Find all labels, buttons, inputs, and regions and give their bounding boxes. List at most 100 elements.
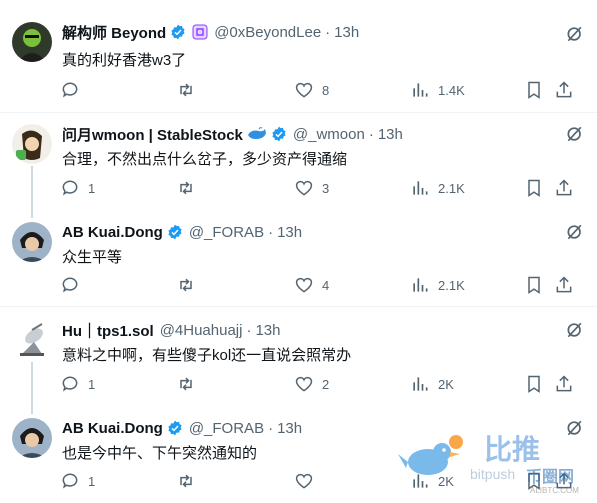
share-button[interactable]	[554, 79, 574, 101]
timestamp[interactable]: 13h	[277, 420, 302, 437]
author-row: 解构师 Beyond @0xBeyondLee · 13h	[62, 22, 359, 42]
bookmark-button[interactable]	[524, 274, 544, 296]
display-name[interactable]: 问月wmoon | StableStock	[62, 124, 243, 145]
reply-icon	[62, 82, 78, 98]
reply-button[interactable]	[60, 274, 88, 296]
reply-button[interactable]: 1	[60, 470, 95, 492]
avatar[interactable]	[12, 222, 52, 262]
like-button[interactable]: 2	[294, 373, 329, 395]
divider	[0, 306, 597, 307]
tweet-text: 众生平等	[62, 249, 123, 266]
repost-icon	[180, 181, 192, 195]
like-button[interactable]: 4	[294, 274, 329, 296]
bookmark-icon	[528, 276, 540, 294]
share-icon	[556, 179, 572, 196]
bookmark-icon	[528, 81, 540, 99]
reply-icon	[62, 277, 78, 293]
watermark-subtitle: bitpush	[470, 466, 516, 482]
grok-icon[interactable]	[565, 124, 585, 144]
repost-button[interactable]	[176, 274, 196, 296]
bookmark-icon	[528, 179, 540, 197]
watermark-title: 比推	[484, 434, 541, 465]
action-bar: 8 1.4K	[54, 79, 589, 101]
share-button[interactable]	[554, 373, 574, 395]
author-row: AB Kuai.Dong @_FORAB · 13h	[62, 418, 302, 438]
display-name[interactable]: AB Kuai.Dong	[62, 224, 163, 241]
avatar[interactable]	[12, 320, 52, 360]
verified-badge-icon	[168, 224, 182, 240]
handle[interactable]: @_wmoon	[293, 126, 365, 143]
tweet-text: 合理，不然出点什么岔子，多少资产得通缩	[62, 151, 348, 168]
bookmark-button[interactable]	[524, 373, 544, 395]
grok-icon[interactable]	[565, 24, 585, 44]
handle[interactable]: @4Huahuajj	[160, 322, 243, 339]
separator-dot: ·	[246, 321, 252, 339]
share-icon	[556, 81, 572, 98]
repost-button[interactable]	[176, 177, 196, 199]
verified-badge-icon	[168, 420, 182, 436]
separator-dot: ·	[268, 223, 274, 241]
grok-icon[interactable]	[565, 222, 585, 242]
reply-button[interactable]	[60, 79, 88, 101]
timestamp[interactable]: 13h	[255, 322, 280, 339]
repost-button[interactable]	[176, 373, 196, 395]
heart-icon	[295, 180, 313, 196]
bookmark-icon	[528, 375, 540, 393]
display-name[interactable]: Hu｜tps1.sol	[62, 320, 154, 341]
timestamp[interactable]: 13h	[378, 126, 403, 143]
handle[interactable]: @_FORAB	[189, 420, 264, 437]
heart-icon	[295, 376, 313, 392]
display-name[interactable]: AB Kuai.Dong	[62, 420, 163, 437]
separator-dot: ·	[325, 23, 331, 41]
like-button[interactable]: 8	[294, 79, 329, 101]
share-icon	[556, 276, 572, 293]
reply-icon	[62, 376, 78, 392]
action-bar: 1 3 2.1K	[54, 177, 589, 199]
views-button[interactable]: 2.1K	[410, 274, 465, 296]
timestamp[interactable]: 13h	[334, 24, 359, 41]
grok-icon[interactable]	[565, 320, 585, 340]
handle[interactable]: @_FORAB	[189, 224, 264, 241]
verified-badge-icon	[272, 126, 286, 142]
tweet[interactable]: 问月wmoon | StableStock @_wmoon · 13h 合理，不…	[0, 118, 597, 216]
repost-icon	[180, 278, 192, 292]
watermark-text: 比推 bitpush 币圈网 ALIBTC.COM	[470, 428, 595, 503]
heart-icon	[295, 82, 313, 98]
bookmark-button[interactable]	[524, 177, 544, 199]
like-button[interactable]	[294, 470, 322, 492]
tweet[interactable]: AB Kuai.Dong @_FORAB · 13h 众生平等 4 2.1K	[0, 216, 597, 306]
repost-icon	[180, 377, 192, 391]
timestamp[interactable]: 13h	[277, 224, 302, 241]
author-row: Hu｜tps1.sol @4Huahuajj · 13h	[62, 320, 281, 340]
heart-icon	[295, 277, 313, 293]
verified-badge-icon	[171, 24, 185, 40]
views-button[interactable]: 2.1K	[410, 177, 465, 199]
whale-icon	[247, 127, 266, 139]
repost-button[interactable]	[176, 79, 196, 101]
repost-button[interactable]	[176, 470, 196, 492]
avatar[interactable]	[12, 124, 52, 164]
share-icon	[556, 375, 572, 392]
bookmark-button[interactable]	[524, 79, 544, 101]
views-button[interactable]: 1.4K	[410, 79, 465, 101]
display-name[interactable]: 解构师 Beyond	[62, 22, 166, 43]
affiliate-badge-icon	[192, 24, 208, 40]
avatar[interactable]	[12, 22, 52, 62]
tweet[interactable]: 解构师 Beyond @0xBeyondLee · 13h 真的利好香港w3了 …	[0, 0, 597, 118]
views-button[interactable]: 2K	[410, 373, 454, 395]
author-row: 问月wmoon | StableStock @_wmoon · 13h	[62, 124, 403, 144]
tweet[interactable]: Hu｜tps1.sol @4Huahuajj · 13h 意料之中啊，有些傻子k…	[0, 314, 597, 410]
repost-icon	[180, 83, 192, 97]
views-icon	[413, 377, 428, 391]
handle[interactable]: @0xBeyondLee	[214, 24, 321, 41]
reply-icon	[62, 180, 78, 196]
share-button[interactable]	[554, 177, 574, 199]
watermark-site: 币圈网	[526, 469, 575, 486]
reply-button[interactable]: 1	[60, 373, 95, 395]
bitpush-bird-logo-icon	[398, 435, 463, 475]
reply-button[interactable]: 1	[60, 177, 95, 199]
avatar[interactable]	[12, 418, 52, 458]
share-button[interactable]	[554, 274, 574, 296]
like-button[interactable]: 3	[294, 177, 329, 199]
separator-dot: ·	[368, 125, 374, 143]
